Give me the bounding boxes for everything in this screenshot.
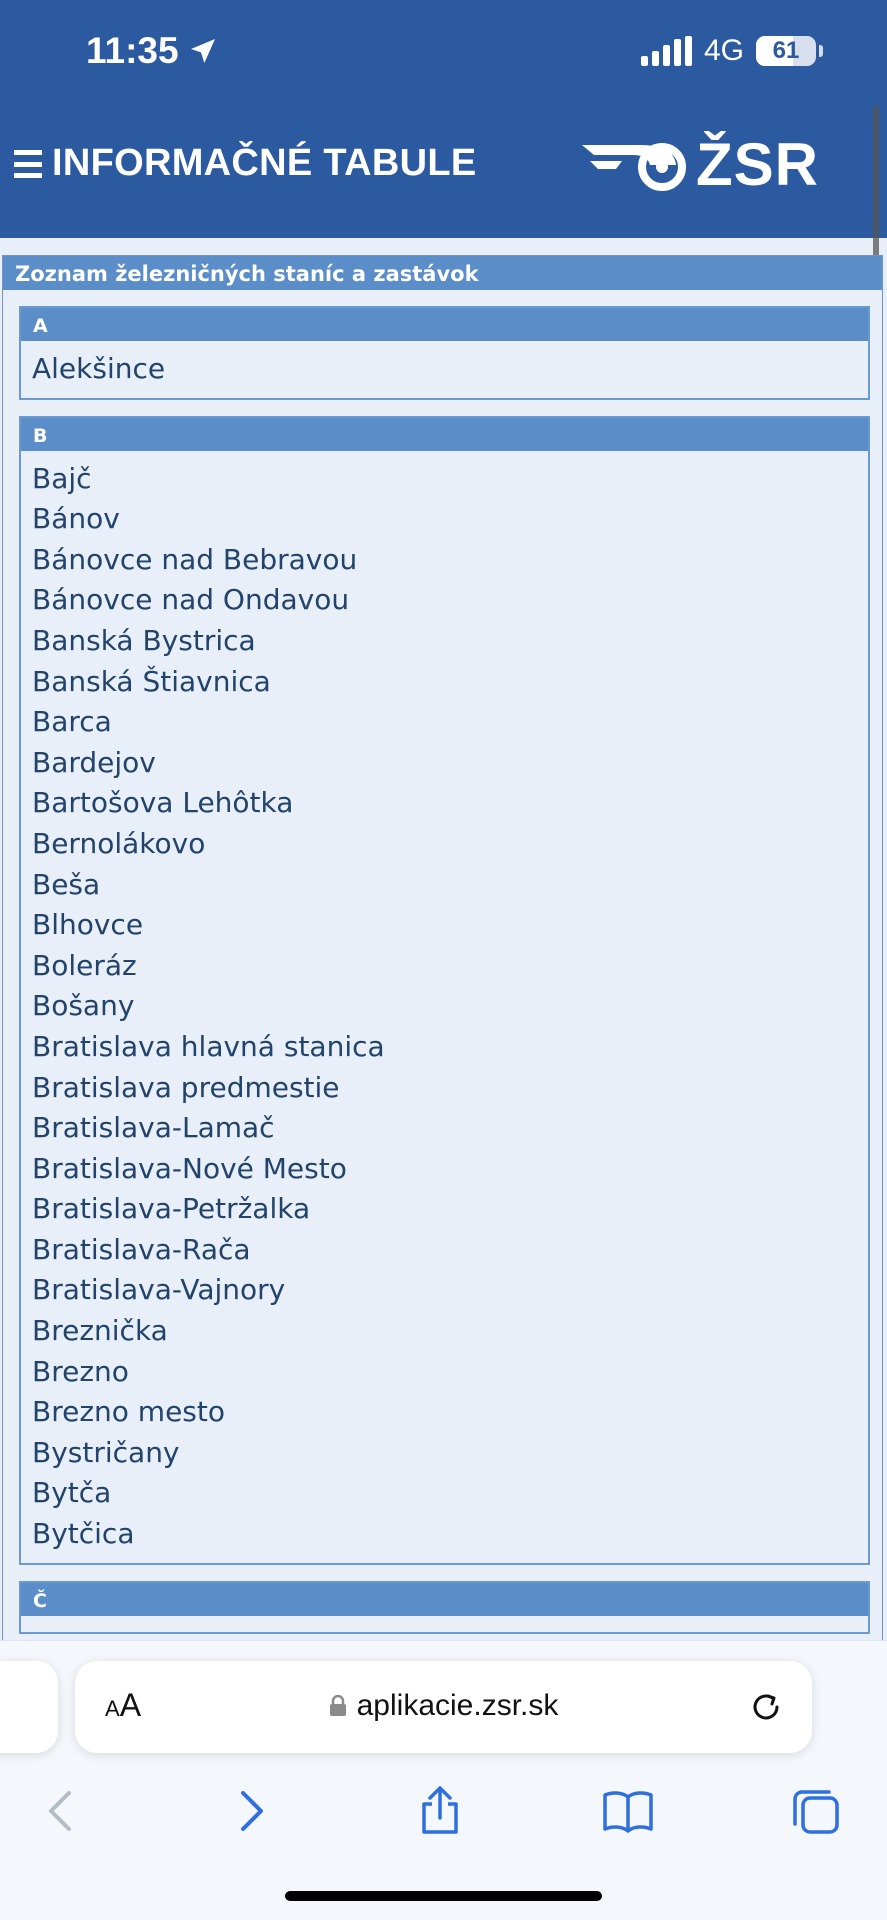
forward-icon: [241, 1791, 263, 1831]
station-link[interactable]: Brezno: [32, 1352, 857, 1393]
logo-text: ŽSR: [696, 131, 819, 198]
station-link[interactable]: Banská Bystrica: [32, 621, 857, 662]
battery-icon: 61: [756, 36, 816, 66]
station-section: B Bajč Bánov Bánovce nad Bebravou Bánovce na…: [19, 415, 870, 1565]
station-link[interactable]: Bratislava-Nové Mesto: [32, 1149, 857, 1190]
battery-tip: [819, 45, 823, 57]
back-icon: [49, 1791, 71, 1831]
station-link[interactable]: Bytčica: [32, 1514, 857, 1555]
forward-button[interactable]: [222, 1781, 282, 1841]
station-link[interactable]: Blhovce: [32, 905, 857, 946]
station-link[interactable]: Bratislava-Lamač: [32, 1108, 857, 1149]
station-link[interactable]: Bratislava-Petržalka: [32, 1189, 857, 1230]
station-link[interactable]: Boleráz: [32, 946, 857, 987]
station-link[interactable]: Bratislava-Vajnory: [32, 1270, 857, 1311]
station-link[interactable]: Barca: [32, 702, 857, 743]
station-link[interactable]: Bratislava hlavná stanica: [32, 1027, 857, 1068]
station-link[interactable]: Bystričany: [32, 1433, 857, 1474]
cellular-signal-icon: [640, 36, 692, 66]
station-link[interactable]: Breznička: [32, 1311, 857, 1352]
reload-icon[interactable]: [746, 1687, 786, 1727]
home-indicator[interactable]: [285, 1891, 602, 1901]
station-link[interactable]: Bardejov: [32, 743, 857, 784]
station-link[interactable]: Banská Štiavnica: [32, 662, 857, 703]
url-display[interactable]: aplikacie.zsr.sk: [75, 1689, 812, 1723]
station-link[interactable]: Bernolákovo: [32, 824, 857, 865]
tabs-button[interactable]: [786, 1781, 846, 1841]
share-button[interactable]: [410, 1781, 470, 1841]
station-link[interactable]: Bratislava predmestie: [32, 1068, 857, 1109]
status-indicators: 4G 61: [640, 34, 823, 68]
app-header: 11:35 4G 61 INFORMAČNÉ TABULE ŽSR: [0, 0, 887, 305]
page-title: INFORMAČNÉ TABULE: [52, 142, 477, 184]
station-link[interactable]: Bánovce nad Bebravou: [32, 540, 857, 581]
bookmarks-button[interactable]: [598, 1781, 658, 1841]
status-time: 11:35: [86, 30, 219, 72]
station-list-panel: Zoznam železničných staníc a zastávok AA…: [2, 255, 883, 1640]
station-link[interactable]: Bartošova Lehôtka: [32, 783, 857, 824]
station-link[interactable]: Bytča: [32, 1473, 857, 1514]
location-arrow-icon: [190, 39, 215, 63]
section-letter-header: Č: [21, 1582, 868, 1616]
tabs-icon: [793, 1790, 839, 1834]
zsr-logo[interactable]: ŽSR: [580, 130, 819, 199]
share-icon: [422, 1786, 458, 1834]
section-station-list: Bajč Bánov Bánovce nad Bebravou Bánovce nad…: [21, 451, 868, 1563]
hamburger-icon[interactable]: [14, 150, 42, 178]
panel-title: Zoznam železničných staníc a zastávok: [3, 256, 882, 290]
back-button[interactable]: [30, 1781, 90, 1841]
lock-icon: [329, 1695, 346, 1716]
station-link[interactable]: Bajč: [32, 459, 857, 500]
station-list-viewport[interactable]: Zoznam železničných staníc a zastávok AA…: [0, 255, 887, 1640]
section-letter-header: A: [21, 308, 868, 341]
station-link[interactable]: Bošany: [32, 986, 857, 1027]
status-time-text: 11:35: [86, 30, 179, 71]
section-station-list: Alekšince: [21, 341, 868, 398]
station-link[interactable]: Brezno mesto: [32, 1392, 857, 1433]
battery-percent: 61: [772, 37, 800, 64]
station-section: Č: [19, 1580, 870, 1634]
previous-tab-preview[interactable]: [0, 1661, 58, 1753]
station-link[interactable]: Beša: [32, 865, 857, 906]
station-section: A Alekšince: [19, 306, 870, 400]
station-link[interactable]: Alekšince: [32, 349, 857, 390]
url-text: aplikacie.zsr.sk: [356, 1689, 559, 1722]
section-letter-header: B: [21, 417, 868, 451]
zsr-wing-logo-icon: [582, 142, 686, 191]
station-link[interactable]: Bánov: [32, 499, 857, 540]
section-station-list: [21, 1616, 868, 1632]
station-sections: A Alekšince B Bajč Bánov Bánovce nad Bebravou…: [3, 306, 882, 1634]
bookmarks-icon: [603, 1791, 653, 1833]
station-link[interactable]: Bratislava-Rača: [32, 1230, 857, 1271]
address-bar[interactable]: AA aplikacie.zsr.sk: [75, 1661, 812, 1753]
network-type: 4G: [703, 34, 744, 67]
station-link[interactable]: Bánovce nad Ondavou: [32, 580, 857, 621]
browser-toolbar: AA aplikacie.zsr.sk: [0, 1640, 887, 1920]
